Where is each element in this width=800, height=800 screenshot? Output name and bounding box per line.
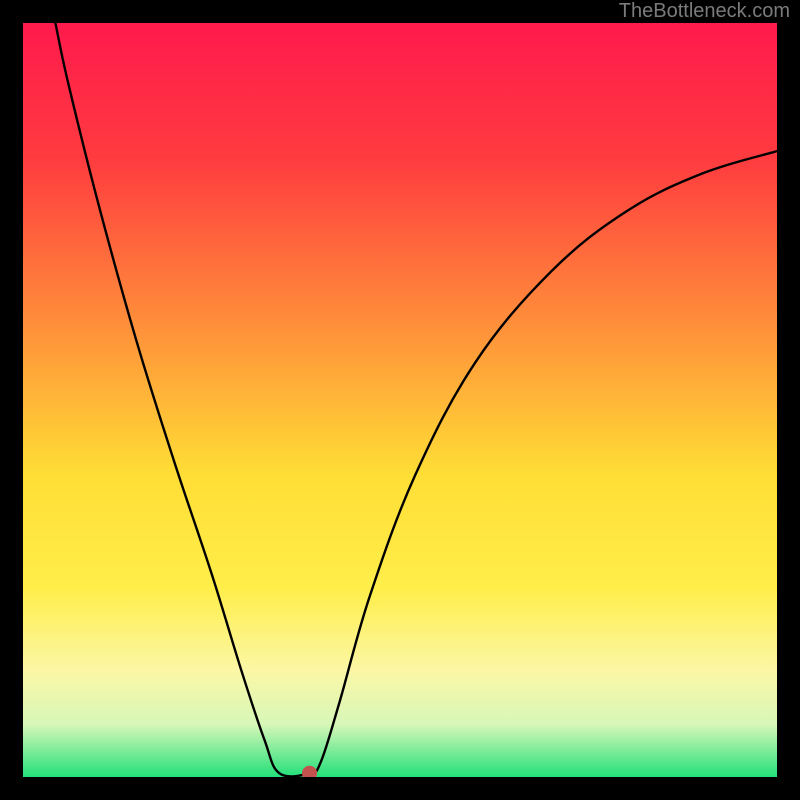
chart-frame: TheBottleneck.com xyxy=(0,0,800,800)
gradient-background xyxy=(23,23,777,777)
plot-area xyxy=(23,23,777,777)
bottleneck-chart xyxy=(23,23,777,777)
watermark-text: TheBottleneck.com xyxy=(619,0,790,23)
